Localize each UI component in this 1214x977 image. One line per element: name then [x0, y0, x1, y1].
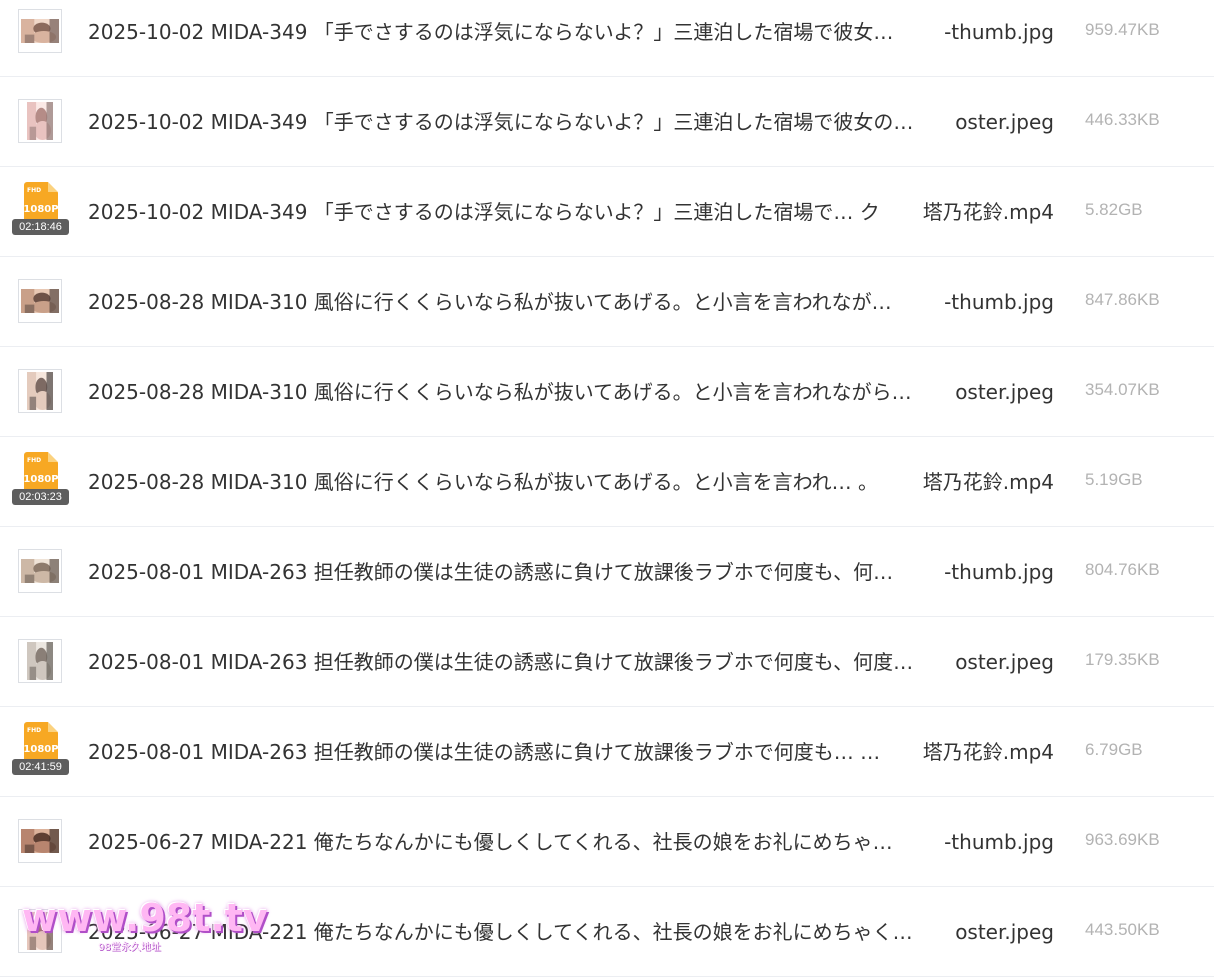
file-row[interactable]: 2025-08-28 MIDA-310 風俗に行くくらいなら私が抜いてあげる。と… [0, 347, 1214, 437]
file-row[interactable]: 2025-08-01 MIDA-263 担任教師の僕は生徒の誘惑に負けて放課後ラ… [0, 617, 1214, 707]
file-fold-shape [48, 722, 58, 732]
file-name-main: 2025-08-01 MIDA-263 担任教師の僕は生徒の誘惑に負けて放課後ラ… [88, 560, 894, 584]
file-size: 959.47KB [1085, 20, 1160, 39]
photo-thumbnail[interactable] [18, 9, 62, 53]
duration-badge: 02:18:46 [12, 219, 69, 235]
photo-thumbnail[interactable] [18, 369, 62, 413]
file-size: 446.33KB [1085, 110, 1160, 129]
file-fold-shape [48, 452, 58, 462]
watermark-subtitle: 98堂永久地址 [98, 942, 161, 953]
file-size: 6.79GB [1085, 740, 1143, 759]
file-row[interactable]: 2025-08-28 MIDA-310 風俗に行くくらいなら私が抜いてあげる。と… [0, 257, 1214, 347]
watermark-text: www.98t.tv [22, 896, 268, 940]
file-name-extension: -thumb.jpg [944, 830, 1054, 854]
file-name-main: 2025-10-02 MIDA-349 「手でさするのは浮気にならないよ？」三連… [88, 110, 914, 134]
file-name-extension: oster.jpeg [955, 380, 1054, 404]
file-size: 443.50KB [1085, 920, 1160, 939]
thumbnail-image [21, 19, 59, 43]
file-row[interactable]: FHD 1080P 02:03:23 2025-08-28 MIDA-310 風… [0, 437, 1214, 527]
file-row[interactable]: FHD 1080P 02:41:59 2025-08-01 MIDA-263 担… [0, 707, 1214, 797]
file-name-main: 2025-08-28 MIDA-310 風俗に行くくらいなら私が抜いてあげる。と… [88, 290, 892, 314]
thumbnail-image [21, 289, 59, 313]
file-size: 354.07KB [1085, 380, 1160, 399]
photo-thumbnail[interactable] [18, 819, 62, 863]
file-size: 5.82GB [1085, 200, 1143, 219]
thumbnail-image [21, 829, 59, 853]
photo-thumbnail[interactable] [18, 279, 62, 323]
resolution-label: 1080P [23, 204, 59, 215]
file-list: 2025-10-02 MIDA-349 「手でさするのは浮気にならないよ？」三連… [0, 0, 1214, 977]
file-name-extension: 塔乃花鈴.mp4 [922, 740, 1054, 764]
video-file-icon[interactable]: FHD 1080P 02:03:23 [12, 452, 70, 510]
file-size: 847.86KB [1085, 290, 1160, 309]
photo-thumbnail[interactable] [18, 99, 62, 143]
file-row[interactable]: 2025-08-01 MIDA-263 担任教師の僕は生徒の誘惑に負けて放課後ラ… [0, 527, 1214, 617]
file-size: 5.19GB [1085, 470, 1143, 489]
file-name-main: 2025-08-01 MIDA-263 担任教師の僕は生徒の誘惑に負けて放課後ラ… [88, 740, 881, 764]
file-name-main: 2025-10-02 MIDA-349 「手でさするのは浮気にならないよ？」三連… [88, 200, 880, 224]
file-name-main: 2025-10-02 MIDA-349 「手でさするのは浮気にならないよ？」三連… [88, 20, 894, 44]
file-name-extension: oster.jpeg [955, 110, 1054, 134]
fhd-label: FHD [27, 187, 42, 194]
file-name-extension: 塔乃花鈴.mp4 [922, 200, 1054, 224]
file-size: 804.76KB [1085, 560, 1160, 579]
file-row[interactable]: 2025-10-02 MIDA-349 「手でさするのは浮気にならないよ？」三連… [0, 77, 1214, 167]
file-row[interactable]: 2025-10-02 MIDA-349 「手でさするのは浮気にならないよ？」三連… [0, 0, 1214, 77]
file-name-main: 2025-08-28 MIDA-310 風俗に行くくらいなら私が抜いてあげる。と… [88, 380, 912, 404]
file-name-extension: 塔乃花鈴.mp4 [922, 470, 1054, 494]
file-name-extension: -thumb.jpg [944, 560, 1054, 584]
resolution-label: 1080P [23, 474, 59, 485]
duration-badge: 02:41:59 [12, 759, 69, 775]
file-name-main: 2025-08-01 MIDA-263 担任教師の僕は生徒の誘惑に負けて放課後ラ… [88, 650, 914, 674]
duration-badge: 02:03:23 [12, 489, 69, 505]
thumbnail-image [27, 102, 53, 140]
resolution-label: 1080P [23, 744, 59, 755]
file-name-extension: oster.jpeg [955, 650, 1054, 674]
file-name-extension: -thumb.jpg [944, 20, 1054, 44]
fhd-label: FHD [27, 727, 42, 734]
file-row[interactable]: 2025-06-27 MIDA-221 俺たちなんかにも優しくしてくれる、社長の… [0, 797, 1214, 887]
file-fold-shape [48, 182, 58, 192]
file-size: 963.69KB [1085, 830, 1160, 849]
file-name-main: 2025-06-27 MIDA-221 俺たちなんかにも優しくしてくれる、社長の… [88, 830, 893, 854]
video-file-icon[interactable]: FHD 1080P 02:18:46 [12, 182, 70, 240]
file-name-extension: oster.jpeg [955, 920, 1054, 944]
file-row[interactable]: FHD 1080P 02:18:46 2025-10-02 MIDA-349 「… [0, 167, 1214, 257]
thumbnail-image [27, 642, 53, 680]
thumbnail-image [27, 372, 53, 410]
file-name-extension: -thumb.jpg [944, 290, 1054, 314]
photo-thumbnail[interactable] [18, 549, 62, 593]
fhd-label: FHD [27, 457, 42, 464]
watermark-logo: www.98t.tv 98堂永久地址 [22, 896, 268, 956]
thumbnail-image [21, 559, 59, 583]
file-name-main: 2025-08-28 MIDA-310 風俗に行くくらいなら私が抜いてあげる。と… [88, 470, 878, 494]
video-file-icon[interactable]: FHD 1080P 02:41:59 [12, 722, 70, 780]
photo-thumbnail[interactable] [18, 639, 62, 683]
file-size: 179.35KB [1085, 650, 1160, 669]
